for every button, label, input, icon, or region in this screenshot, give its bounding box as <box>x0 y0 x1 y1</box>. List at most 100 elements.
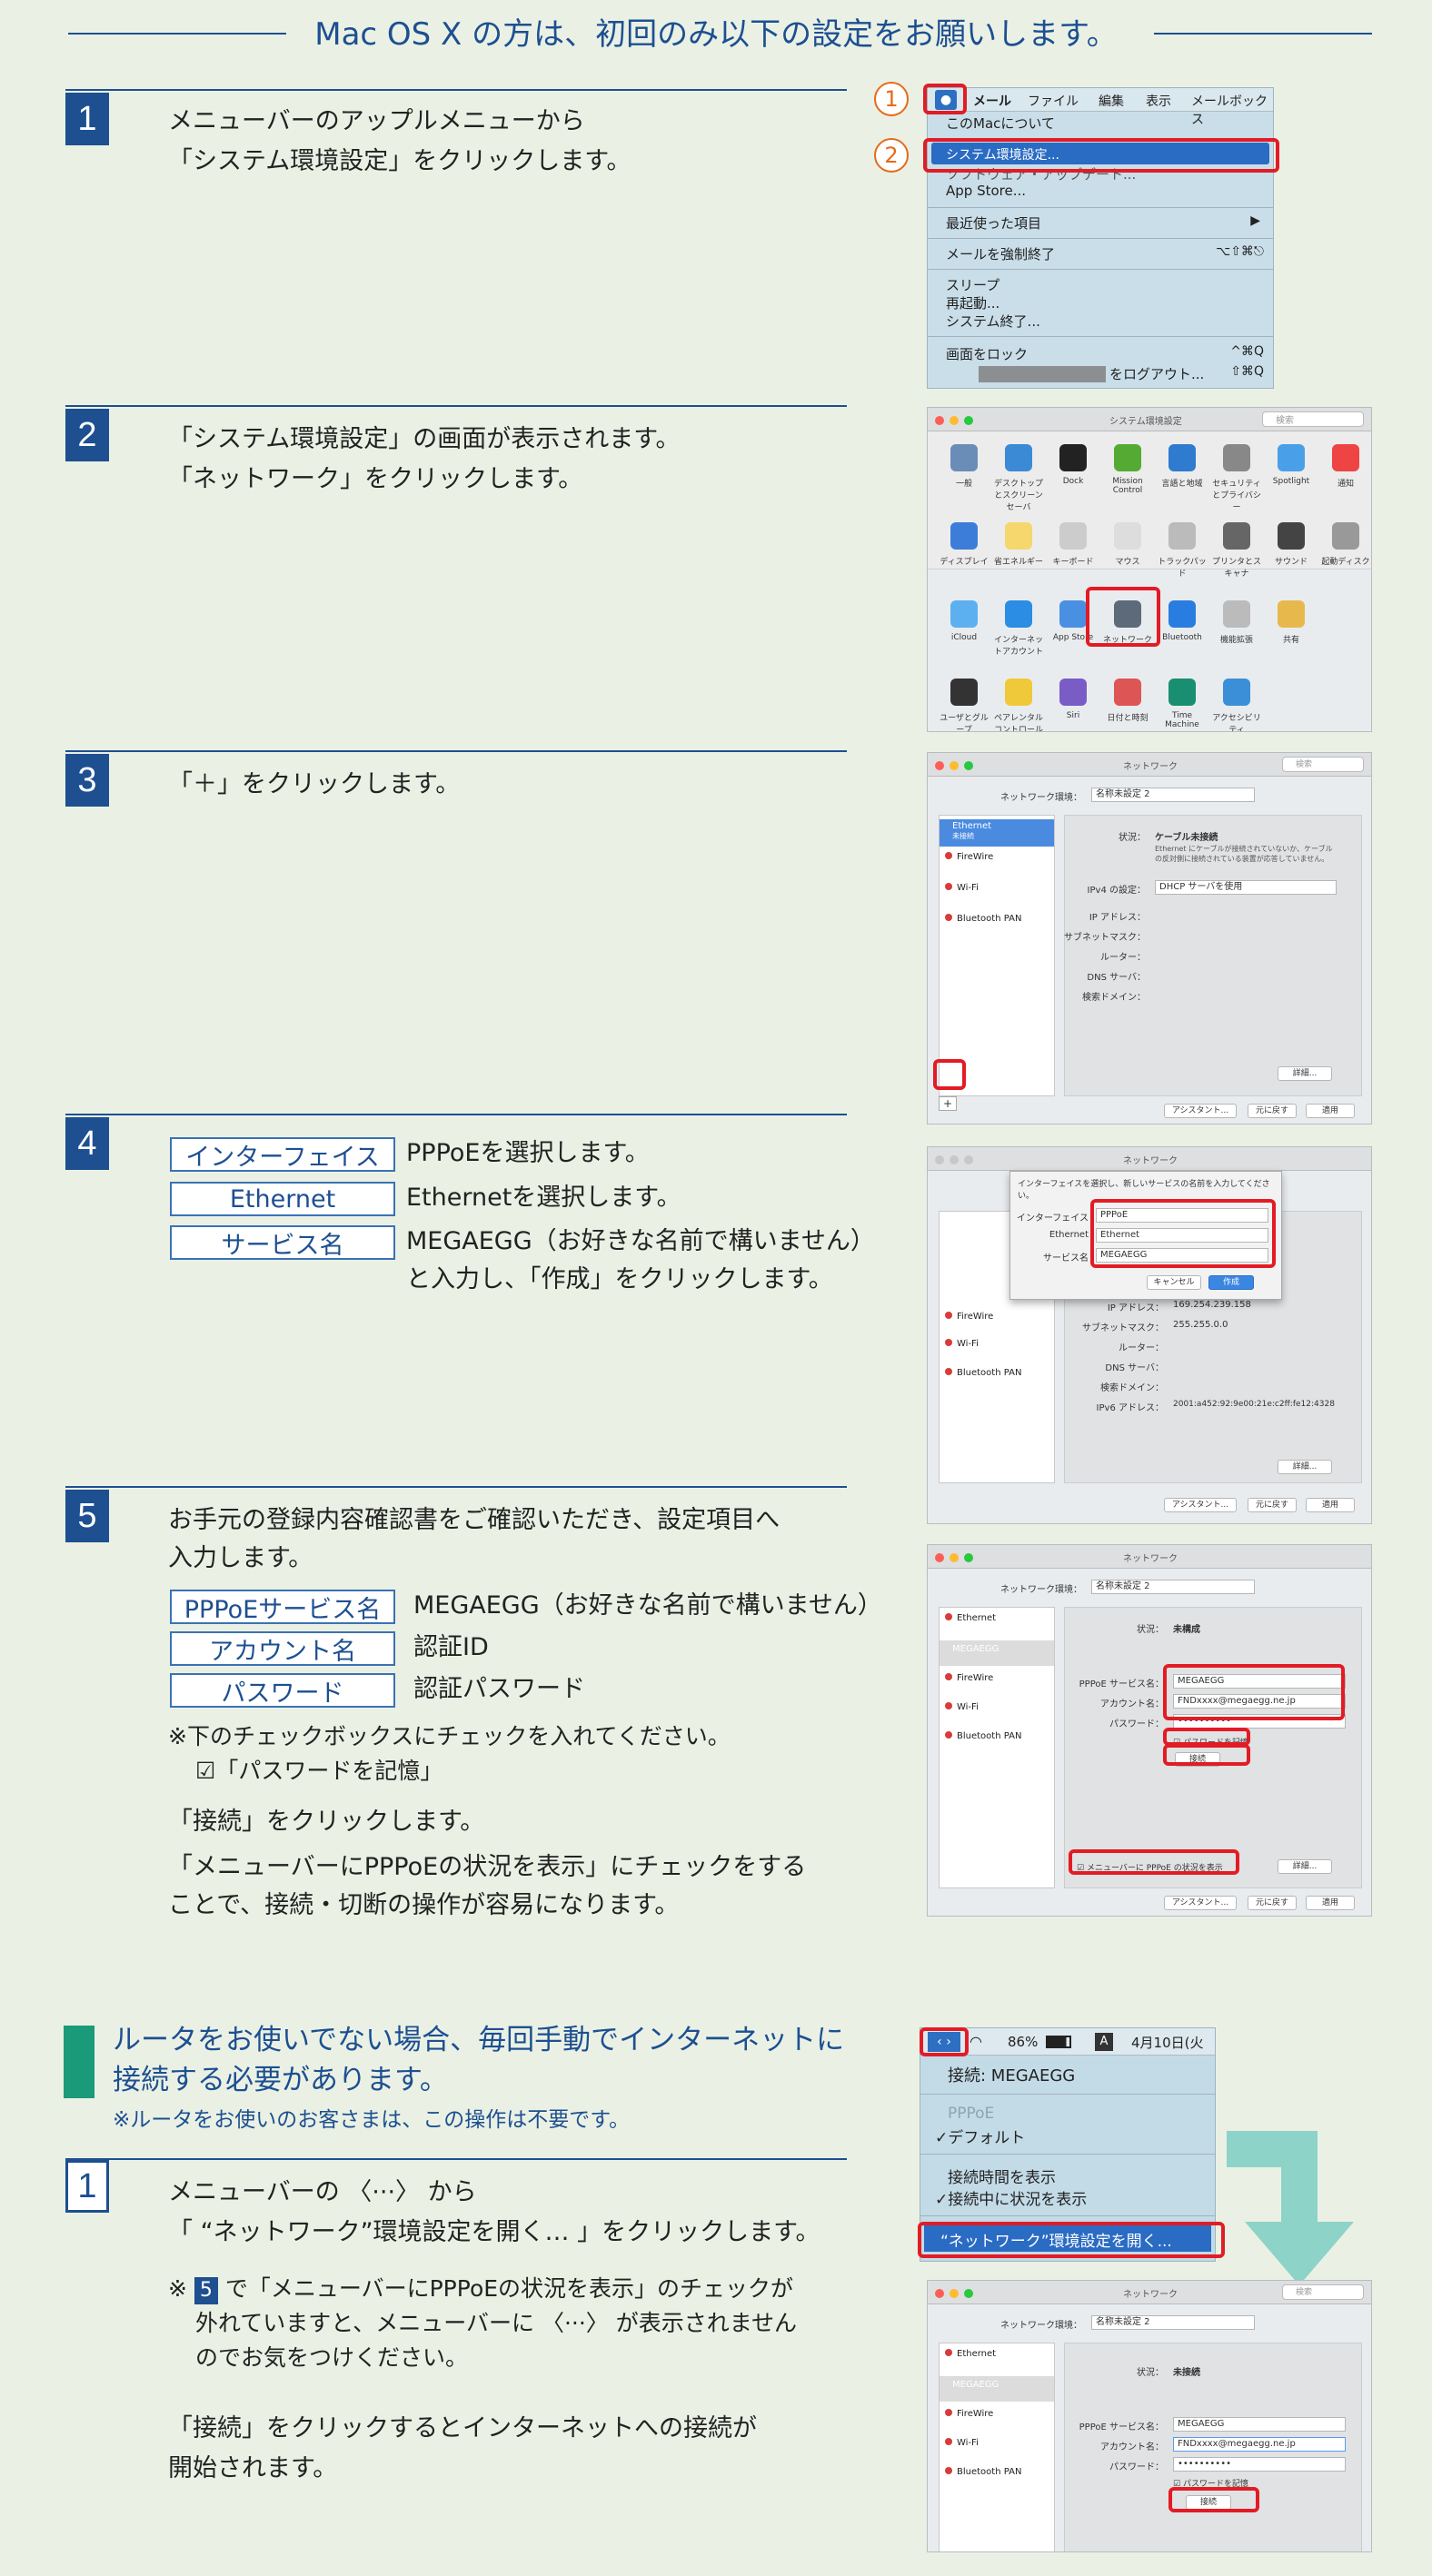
menu-item[interactable]: メールを強制終了 <box>946 244 1055 263</box>
pref-icon[interactable] <box>1168 600 1196 628</box>
menu-item[interactable]: 再起動... <box>946 293 999 312</box>
search-placeholder: 検索 <box>1296 2288 1313 2297</box>
revert-button[interactable]: 元に戻す <box>1248 1104 1297 1118</box>
search-field[interactable]: 検索 <box>1262 411 1364 427</box>
pref-icon[interactable] <box>1059 679 1087 706</box>
status-description: Ethernet にケーブルが接続されていないか、ケーブルの反対側に接続されてい… <box>1155 845 1333 863</box>
service-item[interactable]: FireWire <box>945 2409 993 2419</box>
pref-label: ディスプレイ <box>940 558 989 567</box>
service-list: Ethernet 未接続 FireWire Wi-Fi Bluetooth PAN <box>939 815 1055 1096</box>
service-selected[interactable]: Ethernet 未接続 <box>940 819 1054 847</box>
service-item[interactable]: Wi-Fi <box>945 1702 979 1712</box>
password-input[interactable]: •••••••••• <box>1173 2457 1346 2472</box>
advanced-button[interactable]: 詳細... <box>1278 1460 1332 1474</box>
service-item[interactable]: FireWire <box>945 1312 993 1322</box>
service-item[interactable]: Wi-Fi <box>945 1339 979 1349</box>
pref-icon[interactable] <box>1223 444 1250 471</box>
service-item[interactable]: Wi-Fi <box>945 2438 979 2448</box>
menu-item[interactable]: をログアウト... <box>1109 364 1204 383</box>
menu-item[interactable]: システム終了... <box>946 312 1040 331</box>
service-selected[interactable]: MEGAEGG <box>940 1640 1054 1666</box>
assist-button[interactable]: アシスタント... <box>1164 1104 1237 1118</box>
pref-icon[interactable] <box>950 444 978 471</box>
menu-item[interactable]: 接続時間を表示 <box>948 2165 1056 2187</box>
pref-icon[interactable] <box>1059 600 1087 628</box>
location-select[interactable]: 名称未設定 2 <box>1091 2315 1255 2330</box>
pref-icon[interactable] <box>1278 444 1305 471</box>
pref-icon[interactable] <box>1005 679 1032 706</box>
advanced-button[interactable]: 詳細... <box>1278 1066 1332 1081</box>
menu-item[interactable]: 最近使った項目 <box>946 213 1041 233</box>
apply-button[interactable]: 適用 <box>1306 1896 1355 1910</box>
apply-button[interactable]: 適用 <box>1306 1498 1355 1512</box>
service-name: Ethernet <box>957 2349 997 2359</box>
location-select[interactable]: 名称未設定 2 <box>1091 788 1255 802</box>
pref-icon[interactable] <box>1005 444 1032 471</box>
service-item[interactable]: Ethernet <box>945 1613 996 1623</box>
menu-item[interactable]: 画面をロック <box>946 344 1028 363</box>
pref-icon[interactable] <box>1168 522 1196 550</box>
pref-icon[interactable] <box>1059 444 1087 471</box>
search-field[interactable]: 検索 <box>1282 2284 1364 2300</box>
service-item[interactable]: FireWire <box>945 1673 993 1683</box>
pref-icon[interactable] <box>1059 522 1087 550</box>
service-item[interactable]: Ethernet <box>945 2349 996 2359</box>
step-number: 4 <box>65 1117 109 1170</box>
account-input[interactable]: FNDxxxx@megaegg.ne.jp <box>1173 2437 1346 2452</box>
service-item[interactable]: Bluetooth PAN <box>945 1368 1021 1378</box>
service-item[interactable]: Bluetooth PAN <box>945 914 1021 924</box>
pref-icon[interactable] <box>1332 522 1359 550</box>
revert-button[interactable]: 元に戻す <box>1248 1896 1297 1910</box>
pppoe-service-input[interactable]: MEGAEGG <box>1173 2417 1346 2432</box>
assist-button[interactable]: アシスタント... <box>1164 1896 1237 1910</box>
service-item[interactable]: Bluetooth PAN <box>945 1731 1021 1741</box>
search-field[interactable]: 検索 <box>1282 757 1364 772</box>
pref-icon[interactable] <box>1278 522 1305 550</box>
pref-icon[interactable] <box>1005 522 1032 550</box>
menu-item[interactable]: ✓接続中に状況を表示 <box>935 2186 1087 2209</box>
step-rule <box>65 750 847 752</box>
section-heading: 接続する必要があります。 <box>113 2064 448 2096</box>
menu-item[interactable]: ✓デフォルト <box>935 2125 1025 2147</box>
service-item[interactable]: Wi-Fi <box>945 883 979 893</box>
create-button[interactable]: 作成 <box>1208 1275 1254 1290</box>
menu-item[interactable]: スリープ <box>946 275 999 294</box>
cancel-button[interactable]: キャンセル <box>1147 1275 1201 1290</box>
field-label: サブネットマスク： <box>1064 933 1146 943</box>
add-service-button[interactable]: + <box>939 1096 957 1111</box>
pref-icon[interactable] <box>950 522 978 550</box>
ipv4-select[interactable]: DHCP サーバを使用 <box>1155 880 1337 895</box>
revert-button[interactable]: 元に戻す <box>1248 1498 1297 1512</box>
input-source-icon[interactable]: A <box>1095 2033 1113 2051</box>
pref-icon[interactable] <box>1223 522 1250 550</box>
pref-icon[interactable] <box>1005 600 1032 628</box>
pref-icon[interactable] <box>1114 679 1141 706</box>
assist-button[interactable]: アシスタント... <box>1164 1498 1237 1512</box>
status-value: ケーブル未接続 <box>1155 833 1218 843</box>
menu-item[interactable]: App Store... <box>946 183 1026 199</box>
pref-icon[interactable] <box>1114 522 1141 550</box>
location-select[interactable]: 名称未設定 2 <box>1091 1580 1255 1594</box>
pref-icon[interactable] <box>1223 600 1250 628</box>
pref-icon[interactable] <box>1168 679 1196 706</box>
pref-icon[interactable] <box>1278 600 1305 628</box>
pref-icon[interactable] <box>1332 444 1359 471</box>
advanced-button[interactable]: 詳細... <box>1278 1859 1332 1874</box>
network-screenshot: ネットワーク 検索 ネットワーク環境： 名称未設定 2 Ethernet 未接続 … <box>927 752 1372 1125</box>
highlight-box <box>923 84 967 114</box>
battery-icon[interactable] <box>1046 2036 1071 2048</box>
pref-icon[interactable] <box>1114 444 1141 471</box>
menu-item[interactable]: このMacについて <box>946 114 1055 133</box>
menu-header: PPPoE <box>948 2105 995 2123</box>
apply-button[interactable]: 適用 <box>1306 1104 1355 1118</box>
pref-icon[interactable] <box>1223 679 1250 706</box>
service-item[interactable]: FireWire <box>945 852 993 862</box>
wifi-icon[interactable]: ◠ <box>970 2033 982 2050</box>
pref-icon[interactable] <box>1168 444 1196 471</box>
menubar-item: メールボックス <box>1191 94 1268 127</box>
pref-icon[interactable] <box>950 600 978 628</box>
service-item[interactable]: Bluetooth PAN <box>945 2467 1021 2477</box>
service-selected[interactable]: MEGAEGG <box>940 2376 1054 2402</box>
pref-icon[interactable] <box>950 679 978 706</box>
menu-item[interactable]: 接続: MEGAEGG <box>948 2063 1075 2086</box>
